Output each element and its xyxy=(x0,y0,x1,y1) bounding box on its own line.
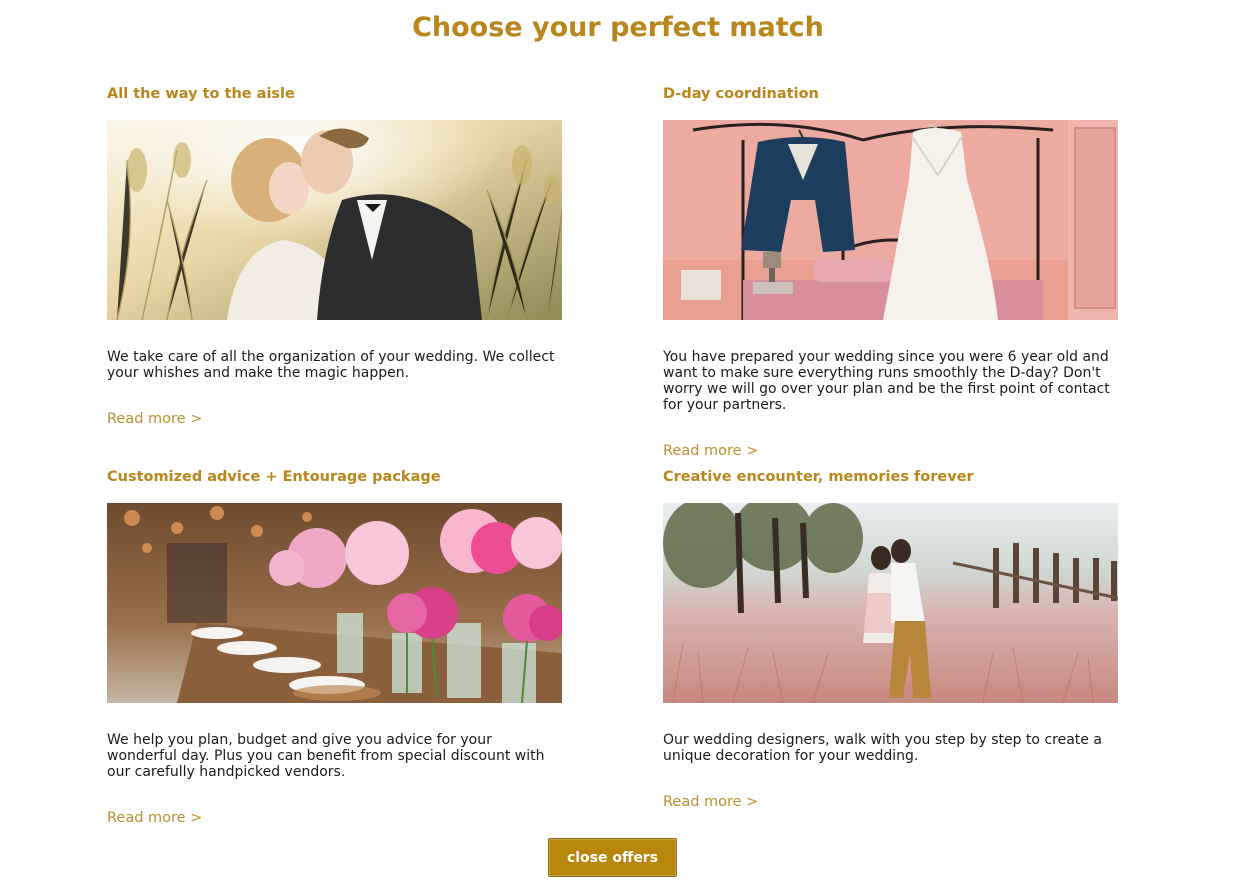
page-title: Choose your perfect match xyxy=(412,12,824,43)
offer-description: Our wedding designers, walk with you ste… xyxy=(663,732,1102,764)
read-more-link[interactable]: Read more > xyxy=(663,794,758,810)
read-more-link[interactable]: Read more > xyxy=(107,810,202,826)
offer-image-table-flowers xyxy=(107,503,562,703)
offer-description: We help you plan, budget and give you ad… xyxy=(107,732,545,780)
offer-card-entourage: Customized advice + Entourage package We… xyxy=(107,465,562,826)
offer-image-suit-dress xyxy=(663,120,1118,320)
offer-card-creative: Creative encounter, memories forever Our… xyxy=(663,465,1118,810)
offer-card-aisle: All the way to the aisle We take care of… xyxy=(107,82,562,427)
offer-title: All the way to the aisle xyxy=(107,86,295,102)
offer-image-couple-pink-field xyxy=(663,503,1118,703)
offer-description: We take care of all the organization of … xyxy=(107,349,555,381)
close-offers-button[interactable]: close offers xyxy=(548,838,677,877)
offer-description: You have prepared your wedding since you… xyxy=(663,349,1110,413)
read-more-link[interactable]: Read more > xyxy=(663,443,758,459)
offer-image-couple-grass xyxy=(107,120,562,320)
offer-card-dday: D-day coordination You have prepared you… xyxy=(663,82,1118,459)
offer-title: Creative encounter, memories forever xyxy=(663,469,974,485)
read-more-link[interactable]: Read more > xyxy=(107,411,202,427)
offer-title: D-day coordination xyxy=(663,86,819,102)
offer-title: Customized advice + Entourage package xyxy=(107,469,441,485)
